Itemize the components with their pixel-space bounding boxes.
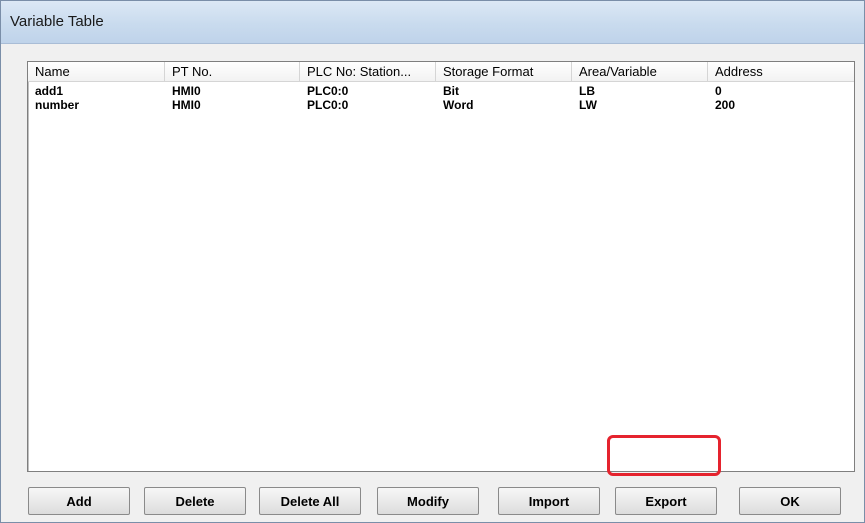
table-row[interactable]: number HMI0 PLC0:0 Word LW 200 (28, 98, 854, 112)
cell-area-variable: LW (579, 98, 597, 112)
cell-storage-format: Bit (443, 84, 459, 98)
cell-pt-no: HMI0 (172, 84, 201, 98)
modify-button[interactable]: Modify (377, 487, 479, 515)
dialog-title: Variable Table (10, 13, 104, 30)
column-header-address[interactable]: Address (708, 62, 854, 81)
title-bar: Variable Table (1, 1, 864, 44)
cell-address: 0 (715, 84, 722, 98)
dialog-body: Name PT No. PLC No: Station... Storage F… (1, 44, 864, 522)
import-button[interactable]: Import (498, 487, 600, 515)
export-highlight-box (607, 435, 721, 476)
column-header-area-variable[interactable]: Area/Variable (572, 62, 708, 81)
cell-address: 200 (715, 98, 736, 112)
add-button[interactable]: Add (28, 487, 130, 515)
column-header-pt-no[interactable]: PT No. (165, 62, 300, 81)
variable-table-dialog: Variable Table Name PT No. PLC No: Stati… (0, 0, 865, 523)
delete-button[interactable]: Delete (144, 487, 246, 515)
cell-area-variable: LB (579, 84, 595, 98)
export-button[interactable]: Export (615, 487, 717, 515)
delete-all-button[interactable]: Delete All (259, 487, 361, 515)
list-header: Name PT No. PLC No: Station... Storage F… (28, 62, 854, 82)
cell-name: number (35, 98, 80, 112)
cell-storage-format: Word (443, 98, 474, 112)
cell-plc-station: PLC0:0 (307, 98, 349, 112)
table-row[interactable]: add1 HMI0 PLC0:0 Bit LB 0 (28, 84, 854, 98)
column-header-storage-format[interactable]: Storage Format (436, 62, 572, 81)
column-header-plc-station[interactable]: PLC No: Station... (300, 62, 436, 81)
cell-name: add1 (35, 84, 64, 98)
ok-button[interactable]: OK (739, 487, 841, 515)
column-header-name[interactable]: Name (28, 62, 165, 81)
variable-list[interactable]: Name PT No. PLC No: Station... Storage F… (27, 61, 855, 472)
cell-plc-station: PLC0:0 (307, 84, 349, 98)
cell-pt-no: HMI0 (172, 98, 201, 112)
